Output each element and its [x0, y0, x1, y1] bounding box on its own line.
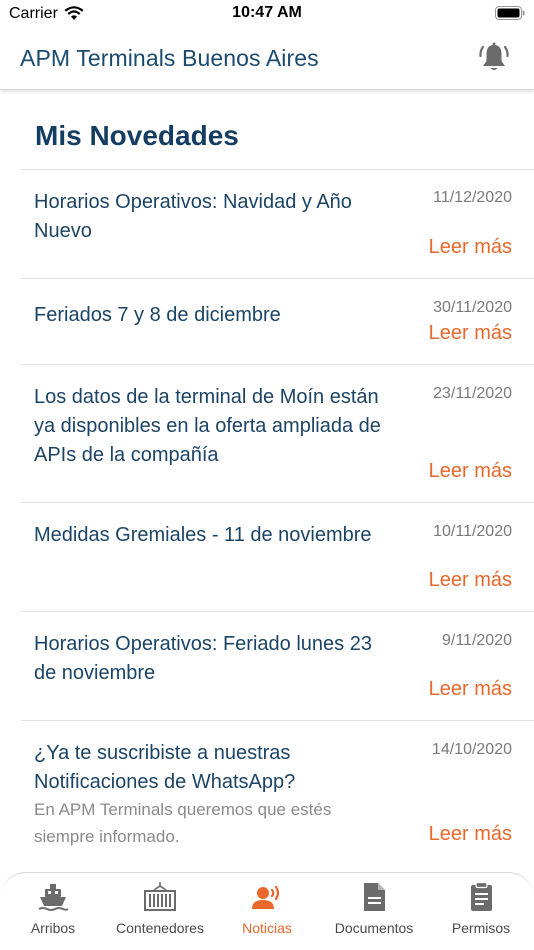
app-header: APM Terminals Buenos Aires: [0, 28, 534, 90]
read-more-link[interactable]: Leer más: [429, 236, 512, 259]
news-date: 23/11/2020: [433, 385, 512, 402]
clock: 10:47 AM: [232, 4, 302, 21]
battery-icon: [495, 6, 525, 20]
read-more-link[interactable]: Leer más: [429, 678, 512, 701]
read-more-link[interactable]: Leer más: [429, 322, 512, 345]
news-date: 30/11/2020: [433, 299, 512, 316]
news-content: Mis Novedades Horarios Operativos: Navid…: [0, 91, 534, 873]
read-more-link[interactable]: Leer más: [429, 569, 512, 592]
news-title: Horarios Operativos: Feriado lunes 23 de…: [34, 633, 372, 684]
news-list: Horarios Operativos: Navidad y Año Nuevo…: [21, 169, 534, 865]
news-item[interactable]: Los datos de la terminal de Moín están y…: [21, 364, 534, 502]
news-date: 10/11/2020: [433, 523, 512, 540]
tab-bar: Arribos Contenedores Noticias Documentos…: [0, 872, 534, 950]
news-item[interactable]: Horarios Operativos: Navidad y Año Nuevo…: [21, 169, 534, 278]
tab-label: Permisos: [451, 920, 511, 936]
notifications-button[interactable]: [476, 40, 512, 76]
document-icon: [364, 883, 385, 911]
news-date: 11/12/2020: [433, 189, 512, 206]
broadcast-user-icon: [252, 885, 280, 909]
tab-contenedores[interactable]: Contenedores: [107, 873, 213, 950]
page-title: Mis Novedades: [35, 120, 239, 151]
bell-alert-icon: [479, 42, 509, 70]
news-date: 14/10/2020: [431, 741, 512, 758]
tab-noticias[interactable]: Noticias: [214, 873, 320, 950]
tab-label: Arribos: [30, 920, 76, 936]
news-item[interactable]: Horarios Operativos: Feriado lunes 23 de…: [21, 611, 534, 720]
container-icon: [144, 882, 176, 911]
ship-icon: [38, 884, 69, 911]
tab-permisos[interactable]: Permisos: [428, 873, 534, 950]
status-bar: Carrier 10:47 AM: [0, 0, 534, 28]
news-item[interactable]: ¿Ya te suscribiste a nuestras Notificaci…: [21, 720, 534, 865]
app-title: APM Terminals Buenos Aires: [20, 45, 319, 71]
news-title: ¿Ya te suscribiste a nuestras Notificaci…: [34, 742, 296, 793]
tab-label: Documentos: [334, 920, 414, 936]
news-item[interactable]: Feriados 7 y 8 de diciembre 30/11/2020 L…: [21, 278, 534, 364]
news-summary: En APM Terminals queremos que estés siem…: [34, 800, 332, 846]
news-title: Horarios Operativos: Navidad y Año Nuevo: [34, 191, 352, 242]
tab-label: Contenedores: [116, 920, 204, 936]
clipboard-icon: [471, 881, 492, 911]
tab-arribos[interactable]: Arribos: [0, 873, 106, 950]
read-more-link[interactable]: Leer más: [429, 823, 512, 846]
tab-documentos[interactable]: Documentos: [321, 873, 427, 950]
news-title: Feriados 7 y 8 de diciembre: [34, 304, 281, 326]
news-date: 9/11/2020: [442, 632, 512, 649]
read-more-link[interactable]: Leer más: [429, 460, 512, 483]
news-item[interactable]: Medidas Gremiales - 11 de noviembre 10/1…: [21, 502, 534, 611]
tab-label: Noticias: [242, 920, 292, 936]
news-title: Medidas Gremiales - 11 de noviembre: [34, 524, 372, 546]
news-title: Los datos de la terminal de Moín están y…: [34, 386, 381, 466]
